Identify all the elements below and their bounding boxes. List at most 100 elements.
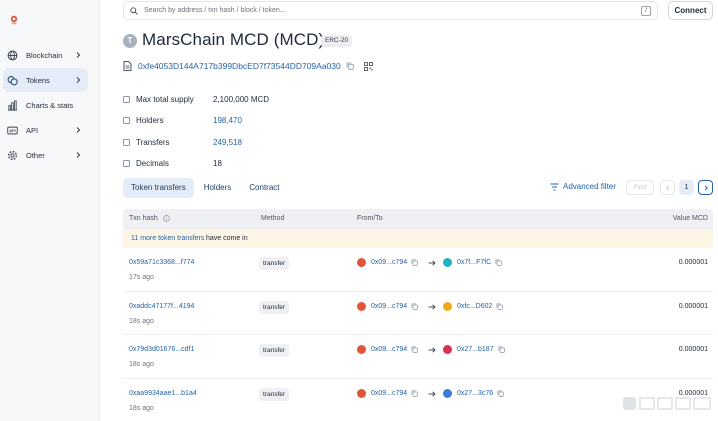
address-avatar-icon — [443, 301, 452, 311]
table-row[interactable]: 0x59a71c3368...f774 17s ago transfer 0x09..… — [123, 248, 713, 292]
sidebar-item-label: Other — [26, 150, 45, 160]
sidebar-nav: Blockchain Tokens Charts & stats API API — [0, 43, 100, 168]
sidebar-item-blockchain[interactable]: Blockchain — [3, 43, 88, 67]
detail-label: Holders — [136, 116, 164, 126]
method-badge: transfer — [259, 300, 290, 314]
globe-icon — [7, 50, 18, 61]
table-row[interactable]: 0xaddc47177f...4194 18s ago transfer 0x09..… — [123, 292, 713, 336]
to-address-link[interactable]: 0x27...3c76 — [457, 390, 493, 397]
copy-icon[interactable] — [346, 62, 355, 71]
transfer-value: 0.000001 — [678, 346, 708, 354]
advanced-filter-button[interactable]: Advanced filter — [550, 182, 616, 191]
holders-count-link[interactable]: 198,470 — [213, 116, 242, 125]
info-icon[interactable] — [123, 96, 130, 104]
tab-holders[interactable]: Holders — [196, 178, 240, 198]
pagination-prev-button[interactable] — [660, 180, 675, 195]
from-address: 0x09...c794 — [357, 345, 418, 355]
table-header: Txn hash Method From/To Value MCD — [123, 209, 713, 229]
copy-icon[interactable] — [411, 346, 418, 354]
address-avatar-icon — [357, 301, 366, 311]
copy-icon[interactable] — [496, 303, 504, 310]
from-address: 0x09...c794 — [357, 258, 418, 267]
from-address-link[interactable]: 0x09...c794 — [371, 346, 407, 353]
gear-icon — [7, 150, 18, 161]
to-address: 0x27...3c76 — [443, 389, 504, 399]
address-avatar-icon — [443, 389, 452, 399]
to-address: 0xfc...D602 — [443, 301, 504, 311]
copy-icon[interactable] — [498, 346, 505, 354]
column-header-txn-hash: Txn hash — [129, 215, 158, 222]
transfer-value: 0.000001 — [678, 259, 708, 266]
contract-address-link[interactable]: 0xfe4053D144A717b399DbcED7f73544DD709Aa0… — [138, 61, 341, 71]
detail-decimals: Decimals 18 — [123, 153, 423, 174]
sidebar-item-api[interactable]: API API — [3, 118, 88, 142]
method-badge: transfer — [259, 257, 290, 270]
info-icon[interactable] — [123, 160, 130, 168]
detail-value: 18 — [213, 159, 222, 169]
filter-icon — [550, 183, 559, 190]
token-details: Max total supply 2,100,000 MCD Holders 1… — [123, 89, 423, 174]
transfers-count-link[interactable]: 249,518 — [213, 138, 242, 147]
sidebar-item-label: Blockchain — [26, 50, 63, 60]
tab-contract[interactable]: Contract — [241, 178, 287, 198]
svg-text:API: API — [9, 129, 15, 133]
page-title: MarsChain MCD (MCD) — [142, 30, 325, 49]
info-icon[interactable] — [123, 117, 130, 125]
txn-hash-link[interactable]: 0x79d3d01676...cdf1 — [129, 346, 194, 353]
api-icon: API — [7, 125, 18, 136]
detail-label: Max total supply — [136, 95, 194, 105]
sidebar-item-charts-stats[interactable]: Charts & stats — [3, 93, 88, 117]
copy-icon[interactable] — [411, 390, 418, 397]
search-input[interactable]: Search by address / txn hash / block / t… — [144, 7, 286, 14]
new-transfers-text: have come in — [206, 235, 248, 242]
chevron-right-icon — [76, 77, 81, 83]
column-header-from-to: From/To — [357, 215, 383, 222]
pagination-current-page: 1 — [679, 180, 694, 195]
logo-icon[interactable] — [9, 15, 19, 25]
copy-icon[interactable] — [411, 259, 418, 266]
arrow-right-icon — [428, 260, 436, 266]
from-address-link[interactable]: 0x09...c794 — [371, 259, 407, 266]
address-avatar-icon — [357, 345, 366, 355]
sidebar-item-tokens[interactable]: Tokens — [3, 68, 88, 92]
detail-holders: Holders 198,470 — [123, 110, 423, 131]
to-address-link[interactable]: 0xfc...D602 — [457, 303, 492, 310]
txn-age: 18s ago — [129, 405, 154, 413]
copy-icon[interactable] — [497, 390, 504, 397]
sidebar-item-label: Tokens — [26, 75, 50, 85]
arrow-right-icon — [428, 304, 436, 310]
to-address-link[interactable]: 0x27...b187 — [457, 346, 494, 353]
new-transfers-notice: 11 more token transfers have come in — [123, 229, 713, 248]
tab-token-transfers[interactable]: Token transfers — [123, 178, 194, 198]
method-badge: transfer — [259, 344, 290, 358]
new-transfers-link[interactable]: 11 more token transfers — [131, 229, 204, 248]
address-avatar-icon — [443, 258, 452, 267]
detail-label: Decimals — [136, 159, 169, 169]
from-address: 0x09...c794 — [357, 301, 418, 311]
connect-button[interactable]: Connect — [668, 1, 713, 20]
sidebar-item-label: Charts & stats — [26, 100, 74, 110]
chart-icon — [7, 100, 18, 111]
info-icon[interactable] — [123, 138, 130, 146]
from-address-link[interactable]: 0x09...c794 — [371, 303, 407, 310]
txn-hash-link[interactable]: 0xaddc47177f...4194 — [129, 303, 194, 310]
to-address: 0x27...b187 — [443, 345, 505, 355]
copy-icon[interactable] — [495, 259, 502, 266]
chevron-right-icon — [76, 52, 81, 58]
qr-code-icon[interactable] — [363, 61, 373, 71]
copy-icon[interactable] — [411, 303, 418, 310]
search-bar[interactable]: Search by address / txn hash / block / t… — [123, 1, 658, 20]
txn-hash-link[interactable]: 0xaa9934aae1...b1a4 — [129, 390, 197, 397]
from-address-link[interactable]: 0x09...c794 — [371, 390, 407, 397]
to-address-link[interactable]: 0x7f...F7fC — [457, 259, 491, 266]
txn-hash-link[interactable]: 0x59a71c3368...f774 — [129, 259, 194, 266]
table-row[interactable]: 0x79d3d01676...cdf1 18s ago transfer 0x09..… — [123, 335, 713, 380]
contract-icon — [123, 61, 132, 71]
pagination-first-button[interactable]: First — [626, 180, 654, 195]
token-transfers-table: Txn hash Method From/To Value MCD 11 mor… — [123, 209, 713, 421]
info-icon[interactable] — [163, 215, 170, 222]
advanced-filter-label: Advanced filter — [563, 182, 616, 191]
sidebar-item-other[interactable]: Other — [3, 143, 88, 167]
pagination-next-button[interactable] — [698, 180, 713, 195]
watermark-logo — [623, 397, 711, 410]
